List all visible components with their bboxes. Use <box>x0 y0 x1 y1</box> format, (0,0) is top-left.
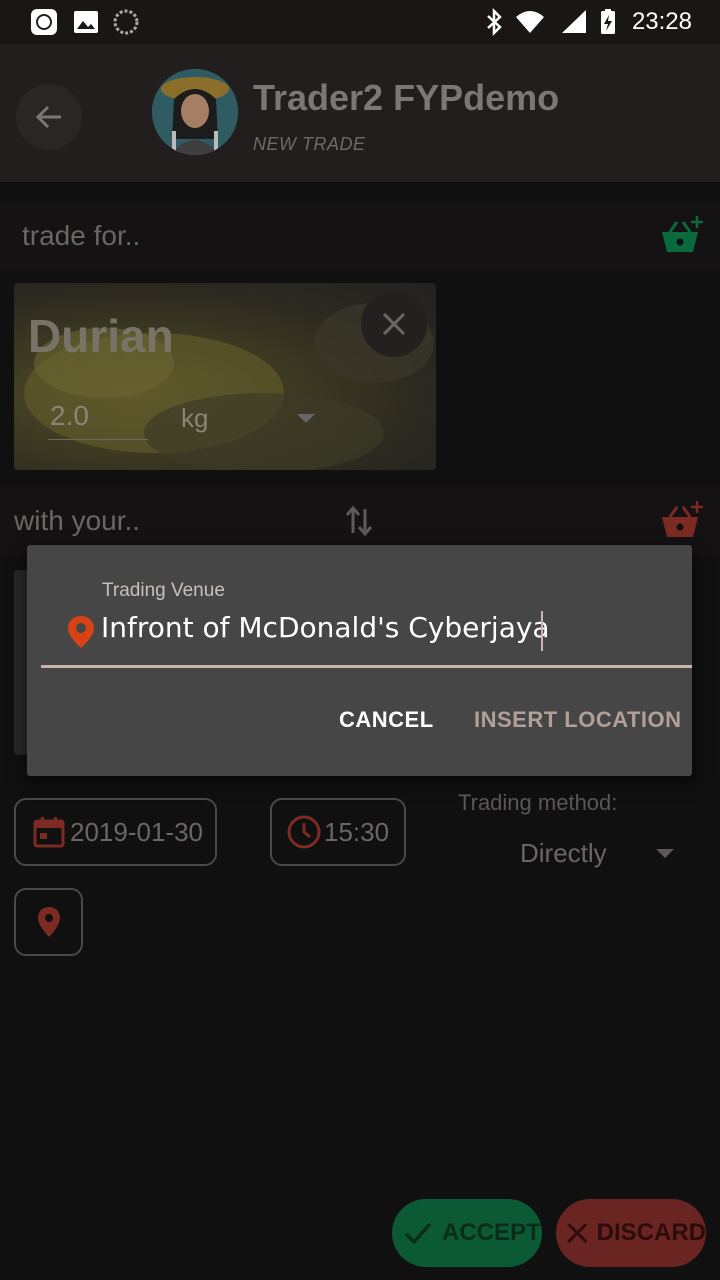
trading-venue-dialog: Trading Venue Infront of McDonald's Cybe… <box>27 545 692 776</box>
discard-button[interactable]: DISCARD <box>556 1199 706 1267</box>
trade-item-card: Durian 2.0 kg <box>14 283 436 470</box>
remove-item-button[interactable] <box>361 291 427 357</box>
trade-for-label: trade for.. <box>22 220 141 251</box>
add-to-basket-button[interactable] <box>660 214 704 258</box>
app-subtitle: NEW TRADE <box>253 134 366 154</box>
back-button[interactable] <box>16 84 82 150</box>
trading-venue-input[interactable]: Infront of McDonald's Cyberjaya <box>101 611 661 651</box>
quantity-input[interactable]: 2.0 <box>48 400 148 440</box>
loading-icon <box>112 8 140 36</box>
basket-add-icon <box>662 216 703 252</box>
item-name: Durian <box>28 310 174 362</box>
signal-icon <box>560 8 588 36</box>
bluetooth-icon <box>482 7 510 37</box>
mi-icon <box>30 8 58 36</box>
avatar[interactable] <box>152 69 238 155</box>
accept-label: ACCEPT <box>442 1219 541 1246</box>
trading-venue-label: Trading Venue <box>102 580 225 601</box>
battery-charging-icon <box>598 8 618 36</box>
time-picker-button[interactable]: 15:30 <box>270 798 406 866</box>
status-time: 23:28 <box>631 8 692 35</box>
user-avatar-icon <box>152 69 238 155</box>
swap-vertical-icon <box>345 505 373 537</box>
cancel-button[interactable]: CANCEL <box>339 707 434 733</box>
close-icon <box>567 1223 588 1243</box>
discard-label: DISCARD <box>596 1219 706 1246</box>
accept-button[interactable]: ACCEPT <box>392 1199 542 1267</box>
clock-icon <box>287 815 321 849</box>
insert-location-button[interactable]: INSERT LOCATION <box>474 707 682 733</box>
swap-button[interactable] <box>344 503 374 539</box>
location-pin-icon <box>67 615 95 649</box>
location-pin-icon <box>37 907 60 937</box>
location-button[interactable] <box>14 888 83 956</box>
time-value: 15:30 <box>324 816 390 847</box>
input-underline <box>41 665 692 668</box>
check-icon <box>404 1222 432 1245</box>
trading-method-dropdown-icon[interactable] <box>656 849 674 858</box>
wifi-icon <box>514 8 546 36</box>
trade-for-header: trade for.. <box>0 202 720 270</box>
add-own-item-button[interactable] <box>660 499 704 543</box>
image-icon <box>72 8 100 36</box>
calendar-icon <box>33 817 65 848</box>
date-value: 2019-01-30 <box>70 816 203 847</box>
date-picker-button[interactable]: 2019-01-30 <box>14 798 217 866</box>
unit-dropdown-icon[interactable] <box>297 414 315 423</box>
app-bar: Trader2 FYPdemo NEW TRADE <box>0 44 720 182</box>
status-bar: 23:28 <box>0 0 720 44</box>
trading-method-select[interactable]: Directly <box>520 838 607 869</box>
with-your-label: with your.. <box>14 505 141 536</box>
basket-add-icon <box>662 501 703 537</box>
app-title: Trader2 FYPdemo <box>253 77 560 118</box>
text-cursor <box>541 611 543 651</box>
close-icon <box>382 312 406 336</box>
unit-select[interactable]: kg <box>181 403 208 434</box>
arrow-left-icon <box>35 105 61 129</box>
trading-method-label: Trading method: <box>458 790 618 815</box>
